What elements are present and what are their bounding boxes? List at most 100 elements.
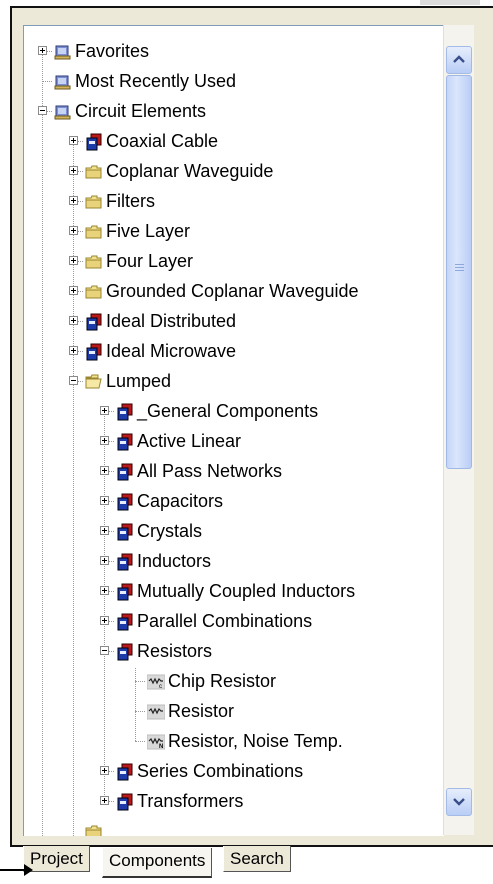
callout-arrow-head-icon <box>24 864 33 876</box>
tab-project[interactable]: Project <box>23 846 90 872</box>
element-group-icon <box>116 582 134 601</box>
window-edge <box>420 0 480 5</box>
scroll-thumb[interactable] <box>446 75 472 469</box>
tree-item[interactable]: Filters <box>24 186 444 216</box>
tab-components[interactable]: Components <box>102 848 213 878</box>
tree-item[interactable]: Coplanar Waveguide <box>24 156 444 186</box>
tree-item-label: Five Layer <box>106 221 191 241</box>
tree-item[interactable]: Ideal Distributed <box>24 306 444 336</box>
panel-tabs: Project Components Search <box>23 846 493 878</box>
element-group-icon <box>116 552 134 571</box>
tab-search[interactable]: Search <box>223 846 291 872</box>
thumb-grip <box>455 264 464 265</box>
tree-item[interactable]: _General Components <box>24 396 444 426</box>
expand-icon[interactable] <box>100 586 109 595</box>
tree-item[interactable]: Most Recently Used <box>24 66 444 96</box>
element-group-icon <box>116 402 134 421</box>
resistor-icon <box>146 702 166 720</box>
tree-item-label: Mutually Coupled Inductors <box>137 581 356 601</box>
expand-icon[interactable] <box>100 526 109 535</box>
expand-icon[interactable] <box>69 346 78 355</box>
expand-icon[interactable] <box>100 766 109 775</box>
tree-item[interactable]: Coaxial Cable <box>24 126 444 156</box>
tree-item-label: Series Combinations <box>137 761 304 781</box>
expand-icon[interactable] <box>100 496 109 505</box>
tree-branch-line <box>135 741 145 742</box>
expand-icon[interactable] <box>38 46 47 55</box>
tree-item[interactable]: Resistor <box>24 696 444 726</box>
expand-icon[interactable] <box>69 136 78 145</box>
collapse-icon[interactable] <box>69 376 78 385</box>
panel-left-border <box>10 6 12 846</box>
tree-item[interactable]: Parallel Combinations <box>24 606 444 636</box>
folder-icon <box>85 282 103 300</box>
tree-item-label: All Pass Networks <box>137 461 283 481</box>
tree-item[interactable]: Favorites <box>24 36 444 66</box>
tree-item-label: Resistor <box>168 701 235 721</box>
expand-icon[interactable] <box>69 316 78 325</box>
expand-icon[interactable] <box>100 406 109 415</box>
tree-item-label: Active Linear <box>137 431 242 451</box>
expand-icon[interactable] <box>100 436 109 445</box>
tree-item[interactable]: Ideal Microwave <box>24 336 444 366</box>
tree-item[interactable]: Resistors <box>24 636 444 666</box>
tree-item-label: Lumped <box>106 371 172 391</box>
library-icon <box>54 102 72 120</box>
tree-item[interactable]: Series Combinations <box>24 756 444 786</box>
expand-icon[interactable] <box>69 226 78 235</box>
tree-item[interactable]: All Pass Networks <box>24 456 444 486</box>
scroll-down-button[interactable] <box>446 788 472 816</box>
tree-branch-line <box>42 81 52 82</box>
tree-item-label: Resistor, Noise Temp. <box>168 731 343 751</box>
tree-item[interactable]: Active Linear <box>24 426 444 456</box>
element-group-icon <box>116 432 134 451</box>
tree-item-label: Chip Resistor <box>168 671 277 691</box>
folder-open-icon <box>85 372 103 390</box>
element-group-icon <box>116 462 134 481</box>
tree-item-label: Ideal Distributed <box>106 311 237 331</box>
svg-text:c: c <box>159 684 162 690</box>
library-icon <box>54 42 72 60</box>
expand-icon[interactable] <box>100 796 109 805</box>
tree-item[interactable]: Capacitors <box>24 486 444 516</box>
tree-item[interactable]: c Chip Resistor <box>24 666 444 696</box>
thumb-grip <box>455 270 464 271</box>
tree-item[interactable]: Circuit Elements <box>24 96 444 126</box>
tree-item[interactable]: N Resistor, Noise Temp. <box>24 726 444 756</box>
element-group-icon <box>116 522 134 541</box>
tree-item-label: Coaxial Cable <box>106 131 219 151</box>
expand-icon[interactable] <box>69 196 78 205</box>
collapse-icon[interactable] <box>38 106 47 115</box>
expand-icon[interactable] <box>100 466 109 475</box>
tree-item[interactable]: Five Layer <box>24 216 444 246</box>
tree-item-label: Four Layer <box>106 251 194 271</box>
tree-item[interactable]: Transformers <box>24 786 444 816</box>
element-group-icon <box>85 342 103 361</box>
element-group-icon <box>116 612 134 631</box>
element-browser-tree[interactable]: Favorites Most Recently Used Circuit Eleme… <box>23 25 444 836</box>
tree-item[interactable]: Lumped <box>24 366 444 396</box>
chevron-up-icon <box>453 55 465 63</box>
expand-icon[interactable] <box>69 166 78 175</box>
tree-branch-line <box>135 681 145 682</box>
tree-item[interactable]: Inductors <box>24 546 444 576</box>
collapse-icon[interactable] <box>100 646 109 655</box>
tree-item-label: Filters <box>106 191 155 211</box>
tree-item[interactable]: Mutually Coupled Inductors <box>24 576 444 606</box>
folder-icon <box>85 222 103 240</box>
expand-icon[interactable] <box>69 286 78 295</box>
vertical-scrollbar[interactable] <box>443 25 474 835</box>
scroll-up-button[interactable] <box>446 46 472 74</box>
expand-icon[interactable] <box>100 616 109 625</box>
tree-item[interactable]: Four Layer <box>24 246 444 276</box>
element-group-icon <box>85 132 103 151</box>
expand-icon[interactable] <box>100 556 109 565</box>
tree-item[interactable]: Grounded Coplanar Waveguide <box>24 276 444 306</box>
tree-item[interactable]: Crystals <box>24 516 444 546</box>
folder-icon <box>85 252 103 270</box>
expand-icon[interactable] <box>69 256 78 265</box>
element-group-icon <box>116 492 134 511</box>
tree-item-label: Crystals <box>137 521 203 541</box>
tree-item-label: Grounded Coplanar Waveguide <box>106 281 359 301</box>
tree-item-label: Favorites <box>75 41 150 61</box>
